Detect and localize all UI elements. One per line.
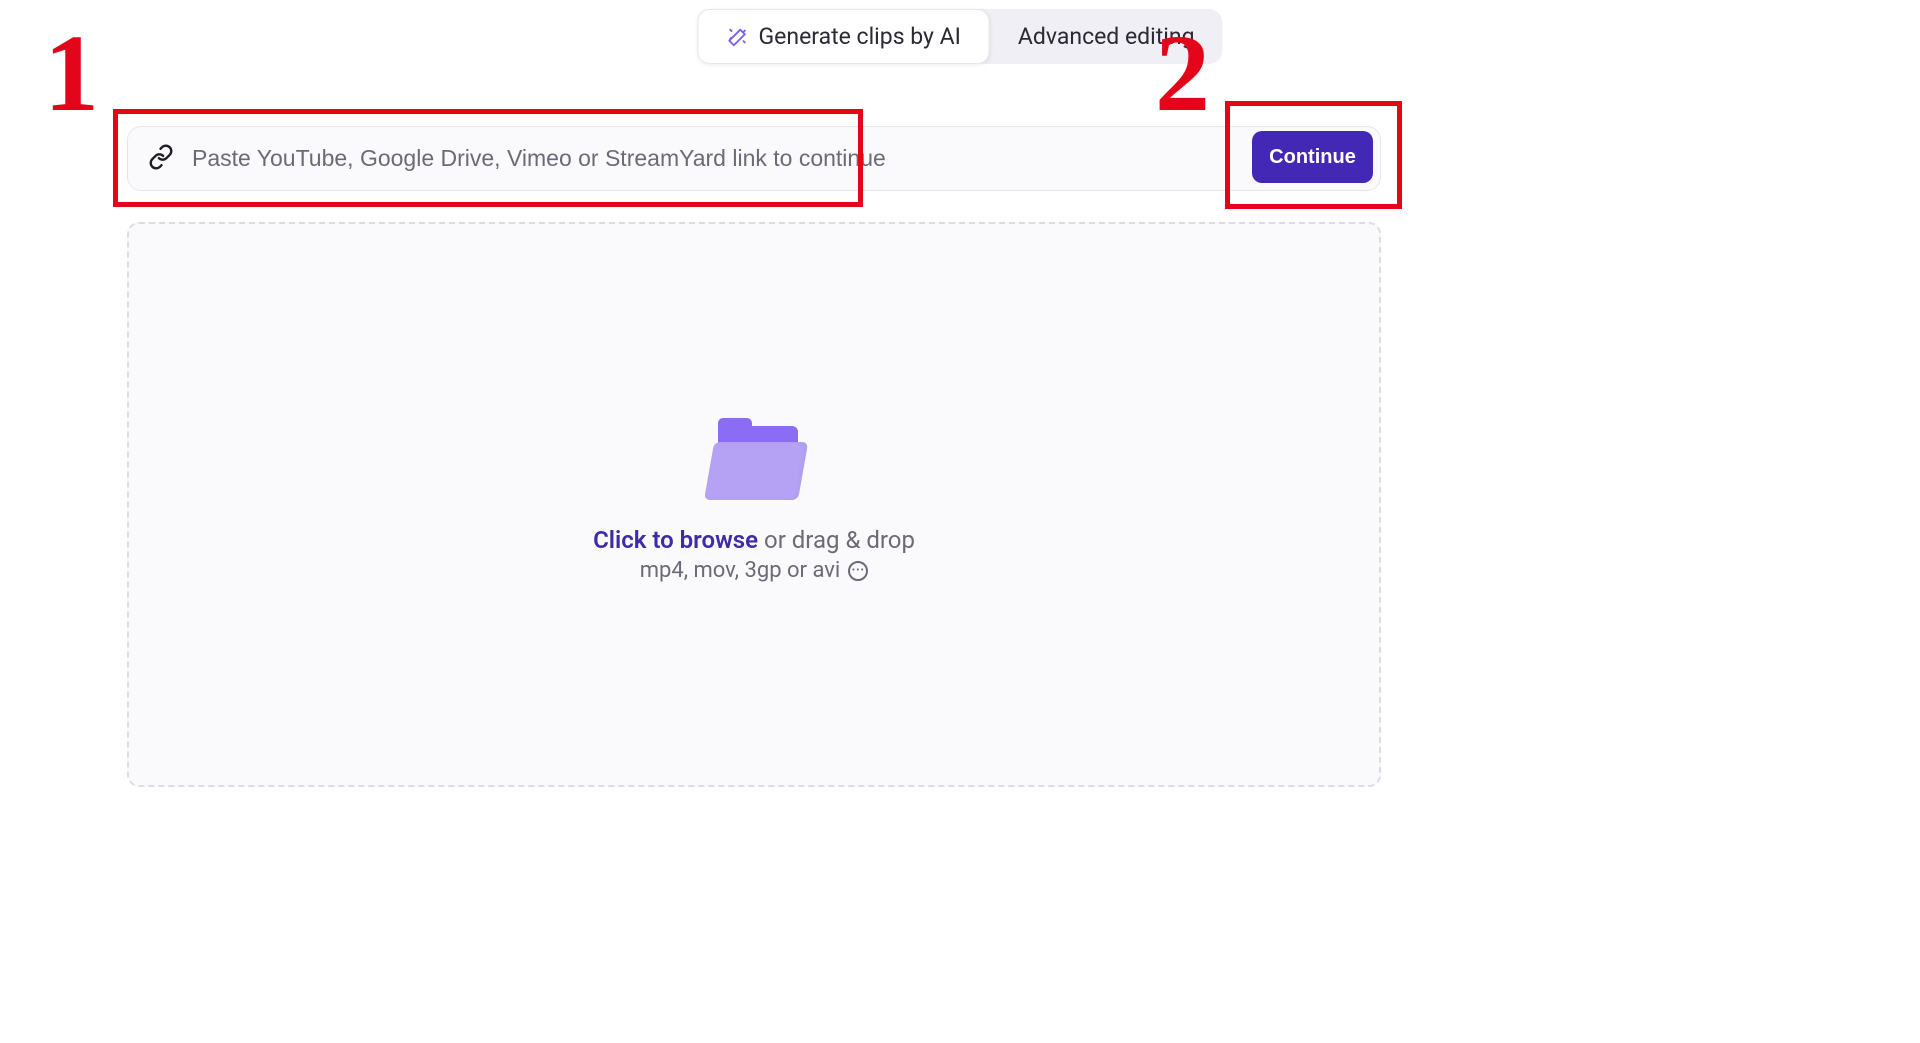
file-dropzone[interactable]: Click to browse or drag & drop mp4, mov,… xyxy=(127,222,1381,787)
browse-link[interactable]: Click to browse xyxy=(593,526,758,554)
annotation-number-1: 1 xyxy=(44,18,99,128)
formats-text: mp4, mov, 3gp or avi xyxy=(640,558,841,583)
tab-generate-clips[interactable]: Generate clips by AI xyxy=(698,9,990,64)
more-info-icon[interactable]: ••• xyxy=(848,561,868,581)
dropzone-instruction: Click to browse or drag & drop xyxy=(593,526,915,554)
magic-wand-icon xyxy=(727,26,749,48)
video-url-input[interactable] xyxy=(192,145,1370,172)
folder-icon xyxy=(704,426,804,500)
link-icon xyxy=(148,144,174,174)
drag-text: or drag & drop xyxy=(758,526,915,554)
mode-tab-group: Generate clips by AI Advanced editing xyxy=(698,9,1223,64)
annotation-number-2: 2 xyxy=(1155,18,1210,128)
continue-button[interactable]: Continue xyxy=(1252,131,1373,183)
tab-generate-label: Generate clips by AI xyxy=(759,23,961,50)
dropzone-formats: mp4, mov, 3gp or avi ••• xyxy=(640,558,869,583)
video-url-bar xyxy=(127,126,1381,191)
